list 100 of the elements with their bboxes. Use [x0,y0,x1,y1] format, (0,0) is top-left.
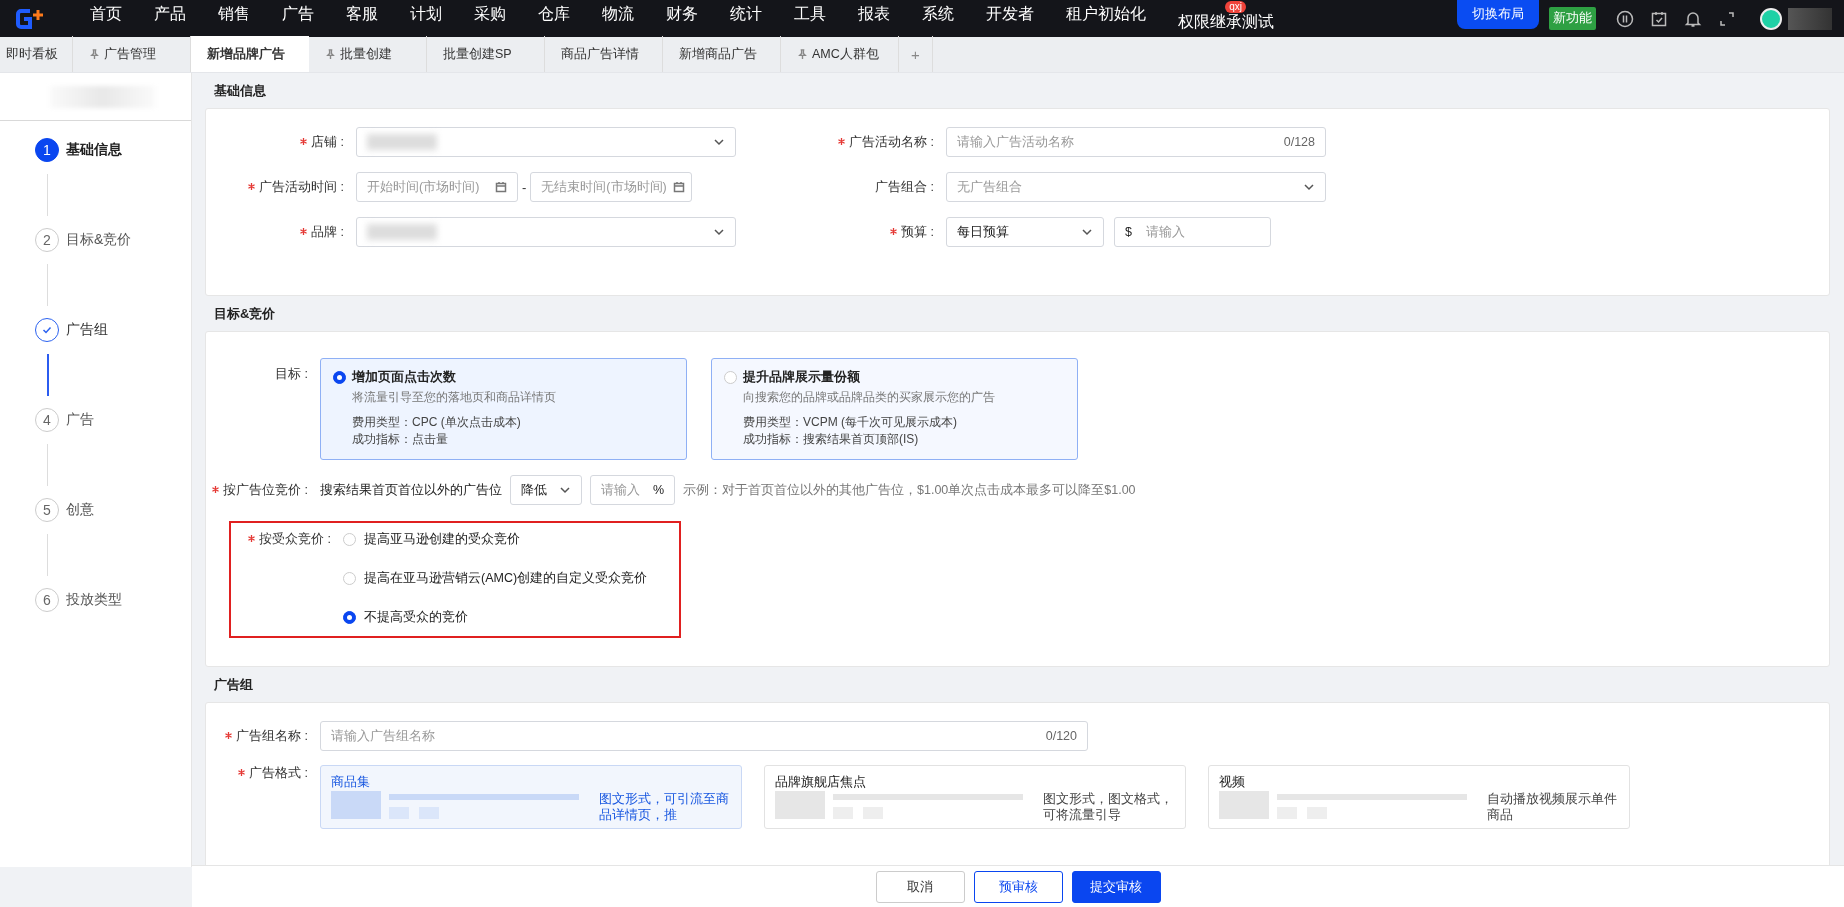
field-label: 店铺 : [311,134,344,149]
nav-menu-item[interactable]: 统计 [714,4,778,33]
radio-option[interactable]: 不提高受众的竞价 [343,609,648,626]
radio-button[interactable] [343,611,356,624]
metric-text: 成功指标：搜索结果首页顶部(IS) [743,431,920,448]
tab[interactable]: 商品广告详情 [545,36,663,72]
text-field[interactable]: 请输入广告组名称 0/120 [320,721,1088,751]
action-button[interactable]: 提交审核 [1071,870,1161,903]
tab[interactable]: 新增商品广告 [663,36,781,72]
goal-title: 提升品牌展示量份额 [743,369,860,386]
nav-menu-item[interactable]: 仓库 [522,4,586,33]
tab[interactable]: 即时看板 [0,36,73,72]
nav-menu-item[interactable]: 首页 [74,4,138,33]
format-title: 视频 [1219,774,1246,791]
placement-text: 搜索结果首页首位以外的广告位 [320,481,502,499]
percent-field[interactable]: 请输入 % [590,475,675,505]
step-label[interactable]: 投放类型 [66,591,122,609]
tab[interactable]: 批量创建 [309,36,427,72]
nav-menu-item[interactable]: 产品 [138,4,202,33]
step-label[interactable]: 目标&竞价 [66,231,132,249]
section-title: 目标&竞价 [213,305,277,323]
ad-format-card[interactable]: 商品集 图文形式，可引流至商品详情页，推 [320,765,742,829]
format-description: 图文形式，图文格式，可将流量引导 [1043,791,1173,823]
chevron-down-icon [713,136,725,148]
chevron-down-icon [713,226,725,238]
range-separator: - [522,179,527,195]
chevron-down-icon [559,484,571,496]
pause-circle-icon[interactable] [1616,9,1634,28]
field-label: 广告组名称 : [236,728,308,743]
calendar-icon [672,181,685,193]
section-title: 基础信息 [213,82,267,100]
step-indicator[interactable]: 1 [35,138,59,162]
nav-menu-item[interactable]: 销售 [202,4,266,33]
text-field[interactable]: 请输入广告活动名称 0/128 [946,127,1326,157]
nav-menu-item[interactable]: 租户初始化 [1050,4,1162,33]
step-label[interactable]: 广告 [66,411,94,429]
radio-button[interactable] [333,371,346,384]
hint-text: 示例：对于首页首位以外的其他广告位，$1.00单次点击成本最多可以降至$1.00 [683,481,1136,499]
character-counter: 0/120 [1045,729,1077,743]
action-button[interactable]: 预审核 [973,870,1063,903]
switch-layout-button[interactable]: 切换布局 [1457,0,1539,29]
field-label: 目标 : [275,367,308,381]
redacted-username [1788,7,1832,30]
format-title: 商品集 [331,774,371,791]
goal-description: 将流量引导至您的落地页和商品详情页 [352,389,557,406]
chevron-down-icon [1081,226,1093,238]
goal-option-card[interactable]: 增加页面点击次数 将流量引导至您的落地页和商品详情页 费用类型：CPC (单次点击成本) 成功指标：点击量 [320,358,687,460]
ad-format-card[interactable]: 视频 自动播放视频展示单件商品 [1208,765,1630,829]
check-icon [41,324,53,336]
cost-type-text: 费用类型：CPC (单次点击成本) [352,414,522,431]
budget-type-select[interactable]: 每日预算 [946,217,1104,247]
field-label: 广告活动时间 : [259,179,344,194]
field-label: 广告组合 : [875,179,934,194]
nav-menu-item[interactable]: 物流 [586,4,650,33]
nav-menu-item[interactable]: 开发者 [970,4,1050,33]
bell-icon[interactable] [1684,9,1702,28]
field-label: 广告格式 : [249,766,308,780]
amount-field[interactable]: $ 请输入 [1114,217,1271,247]
chevron-down-icon [1303,181,1315,193]
radio-option[interactable]: 提高亚马逊创建的受众竞价 [343,531,648,548]
action-button[interactable]: 取消 [875,870,965,903]
nav-menu-item[interactable]: 客服 [330,4,394,33]
calendar-icon [495,181,507,193]
format-description: 图文形式，可引流至商品详情页，推 [599,791,729,823]
nav-menu-item[interactable]: 报表 [842,4,906,33]
format-description: 自动播放视频展示单件商品 [1487,791,1617,823]
nav-menu-item[interactable]: 工具 [778,4,842,33]
calendar-check-icon[interactable] [1650,9,1668,28]
character-counter: 0/128 [1283,135,1315,149]
select-field[interactable] [356,127,736,157]
radio-option[interactable]: 提高在亚马逊营销云(AMC)创建的自定义受众竞价 [343,570,648,587]
fullscreen-icon[interactable] [1718,9,1736,28]
nav-menu-item[interactable]: 广告 [266,4,330,33]
step-label[interactable]: 广告组 [66,321,108,339]
step-label[interactable]: 基础信息 [66,141,122,159]
tab[interactable]: 新增品牌广告 [191,36,309,72]
direction-select[interactable]: 降低 [510,475,582,505]
field-label: 预算 : [901,224,934,239]
format-title: 品牌旗舰店焦点 [775,774,867,791]
goal-title: 增加页面点击次数 [352,369,456,386]
step-label[interactable]: 创意 [66,501,94,519]
field-label: 品牌 : [311,224,344,239]
field-label: 广告活动名称 : [849,134,934,149]
goal-option-card[interactable]: 提升品牌展示量份额 向搜索您的品牌或品牌品类的买家展示您的广告 费用类型：VCPM (每千次可见展示成本) 成功指标：搜索结果首页顶部(IS) [711,358,1078,460]
avatar[interactable] [1760,7,1782,30]
nav-menu-item[interactable]: 系统 [906,4,970,33]
user-badge: qxj [1225,1,1246,13]
field-label: 按受众竞价 : [259,532,331,546]
nav-menu-item[interactable]: 权限继承测试 [1162,12,1290,33]
ad-format-card[interactable]: 品牌旗舰店焦点 图文形式，图文格式，可将流量引导 [764,765,1186,829]
nav-menu-item[interactable]: 计划 [394,4,458,33]
nav-menu-item[interactable]: 财务 [650,4,714,33]
select-field[interactable] [356,217,736,247]
section-title: 广告组 [213,676,254,694]
cost-type-text: 费用类型：VCPM (每千次可见展示成本) [743,414,958,431]
nav-menu-item[interactable]: 采购 [458,4,522,33]
tab[interactable]: 批量创建SP [427,36,545,72]
metric-text: 成功指标：点击量 [352,431,449,448]
tab[interactable]: AMC人群包 [781,36,899,72]
field-label: 按广告位竞价 : [223,482,308,497]
